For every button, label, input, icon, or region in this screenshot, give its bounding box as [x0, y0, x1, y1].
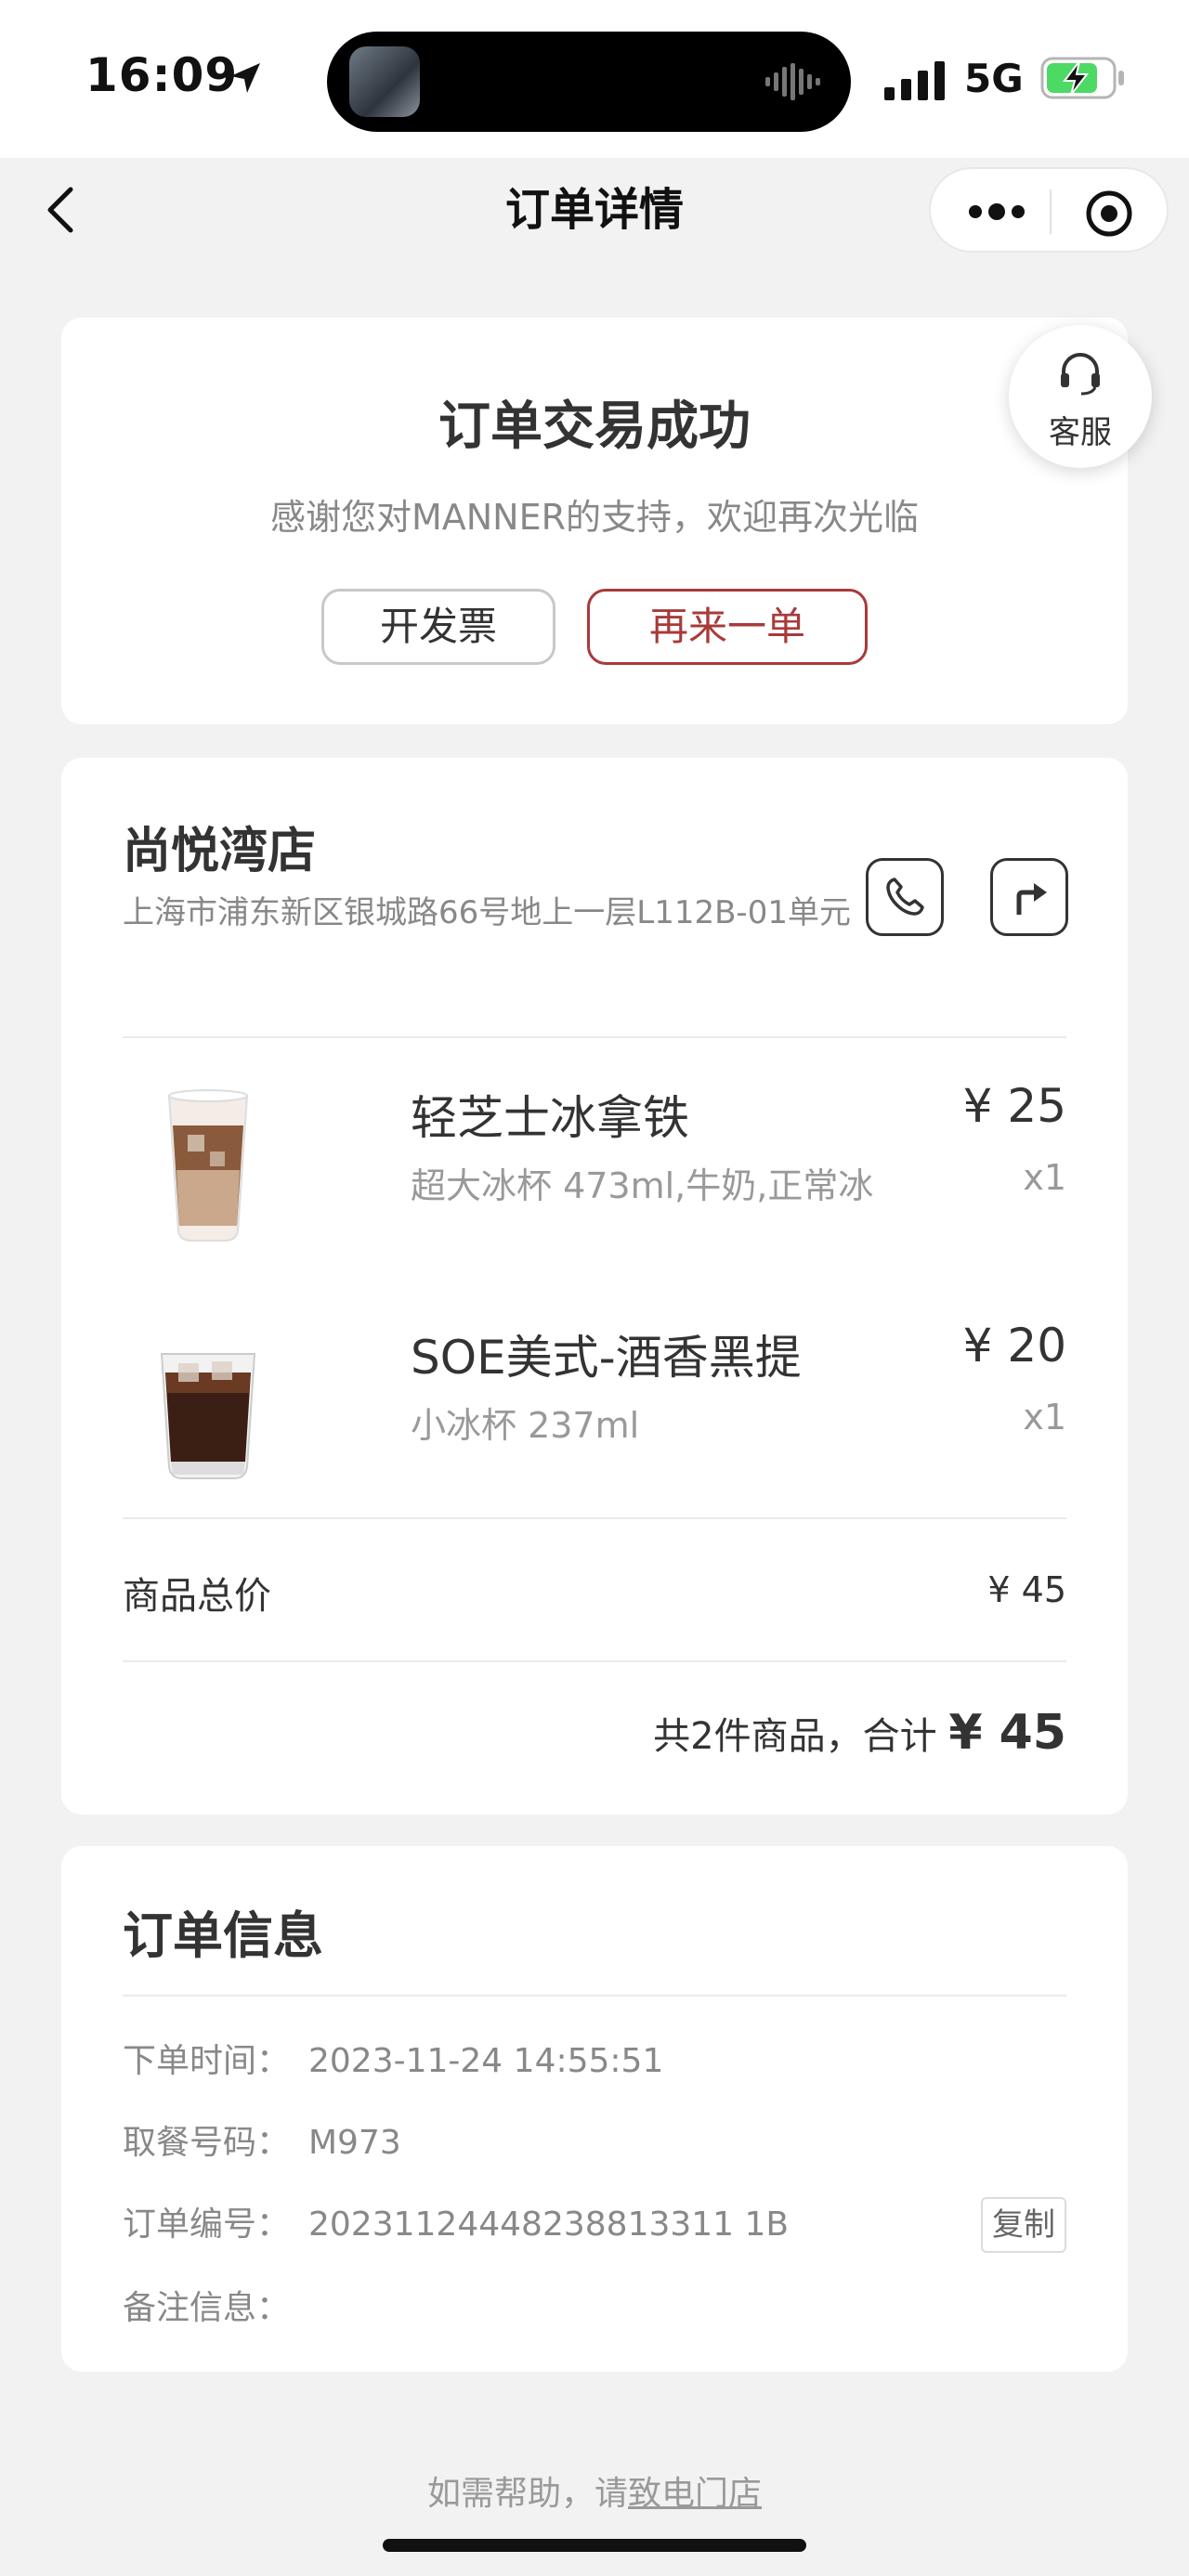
status-time: 16:09	[85, 48, 239, 102]
order-info-title: 订单信息	[123, 1906, 323, 1965]
order-number-row: 订单编号： 20231124448238813311 1B 复制	[123, 2197, 1066, 2253]
total-amount: ¥ 45	[948, 1705, 1066, 1761]
order-time-value: 2023-11-24 14:55:51	[308, 2042, 664, 2080]
order-time-row: 下单时间： 2023-11-24 14:55:51	[123, 2034, 1066, 2089]
item-name: SOE美式-酒香黑提	[411, 1331, 802, 1385]
item-price: ¥ 25	[962, 1079, 1066, 1133]
order-status-title: 订单交易成功	[438, 397, 751, 457]
item-price: ¥ 20	[962, 1319, 1066, 1373]
reorder-button[interactable]: 再来一单	[587, 589, 868, 665]
close-target-icon[interactable]	[1085, 189, 1133, 238]
order-time-label: 下单时间：	[123, 2042, 291, 2080]
item-qty: x1	[1023, 1397, 1066, 1438]
location-arrow-icon	[230, 63, 260, 93]
phone-icon	[886, 878, 924, 916]
invoice-button[interactable]: 开发票	[321, 589, 555, 665]
dynamic-island[interactable]	[327, 32, 851, 132]
capsule-divider	[1050, 189, 1052, 234]
call-store-link[interactable]: 致电门店	[628, 2475, 762, 2513]
headset-icon	[1061, 353, 1100, 396]
battery-charging-icon	[1040, 57, 1124, 99]
order-status-card: 订单交易成功 感谢您对MANNER的支持，欢迎再次光临 开发票 再来一单	[61, 318, 1128, 724]
remark-row: 备注信息：	[123, 2281, 1066, 2336]
item-spec: 超大冰杯 473ml,牛奶,正常冰	[411, 1165, 874, 1206]
cell-signal-icon	[884, 61, 945, 100]
order-info-card: 订单信息 下单时间： 2023-11-24 14:55:51 取餐号码： M97…	[61, 1846, 1128, 2372]
help-footer: 如需帮助，请致电门店	[0, 2466, 1189, 2515]
subtotal-label: 商品总价	[123, 1575, 271, 1618]
item-name: 轻芝士冰拿铁	[411, 1091, 689, 1145]
more-dots-icon[interactable]	[966, 193, 1027, 230]
item-qty: x1	[1023, 1157, 1066, 1198]
divider	[123, 1995, 1066, 1997]
divider	[123, 1036, 1066, 1038]
customer-service-button[interactable]: 客服	[1009, 325, 1152, 468]
network-type: 5G	[964, 56, 1024, 101]
help-text: 如需帮助，请	[426, 2475, 628, 2513]
call-store-button[interactable]	[866, 858, 944, 936]
status-bar: 16:09 5G	[0, 0, 1189, 158]
navigate-button[interactable]	[990, 858, 1068, 936]
customer-service-label: 客服	[1049, 414, 1112, 451]
item-spec: 小冰杯 237ml	[411, 1405, 640, 1446]
pickup-code-value: M973	[308, 2124, 401, 2162]
directions-icon	[1016, 883, 1047, 915]
order-status-subtitle: 感谢您对MANNER的支持，欢迎再次光临	[269, 497, 920, 538]
copy-order-number-button[interactable]: 复制	[981, 2197, 1066, 2253]
order-number-value: 20231124448238813311 1B	[308, 2205, 790, 2244]
home-indicator[interactable]	[383, 2539, 806, 2552]
order-item[interactable]: 轻芝士冰拿铁 超大冰杯 473ml,牛奶,正常冰 ¥ 25 x1	[123, 1060, 1066, 1265]
pickup-code-label: 取餐号码：	[123, 2124, 291, 2162]
mini-program-capsule	[929, 167, 1169, 253]
store-order-card: 尚悦湾店 上海市浦东新区银城路66号地上一层L112B-01单元 轻芝士冰拿铁 …	[61, 758, 1128, 1815]
subtotal-value: ¥ 45	[987, 1569, 1066, 1610]
pickup-code-row: 取餐号码： M973	[123, 2115, 1066, 2171]
remark-label: 备注信息：	[123, 2289, 291, 2327]
store-address: 上海市浦东新区银城路66号地上一层L112B-01单元	[123, 894, 851, 931]
total-prefix: 共2件商品，合计	[653, 1715, 949, 1758]
divider	[123, 1660, 1066, 1662]
order-total: 共2件商品，合计 ¥ 45	[653, 1705, 1066, 1761]
audio-wave-icon	[765, 63, 820, 100]
now-playing-thumbnail	[349, 46, 420, 117]
order-number-label: 订单编号：	[123, 2205, 291, 2244]
iced-americano-image	[160, 1353, 256, 1479]
divider	[123, 1517, 1066, 1519]
store-name: 尚悦湾店	[123, 824, 317, 879]
iced-latte-image	[167, 1089, 249, 1242]
order-item[interactable]: SOE美式-酒香黑提 小冰杯 237ml ¥ 20 x1	[123, 1300, 1066, 1504]
